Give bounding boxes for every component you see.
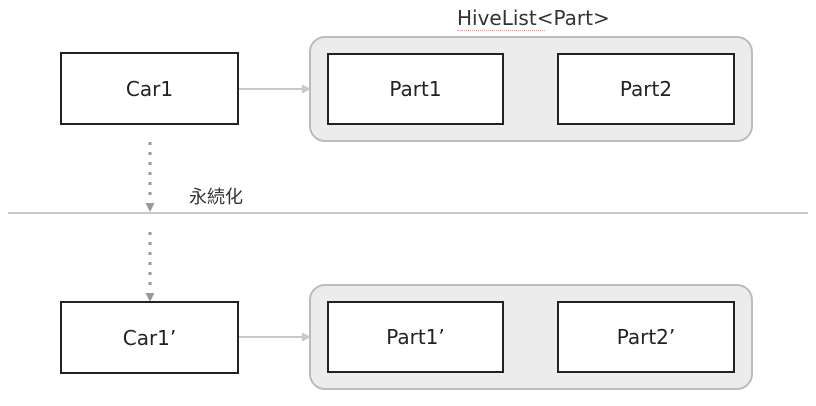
bottom-arrow <box>239 332 311 342</box>
spellcheck-underline <box>457 30 545 31</box>
car1-prime-box: Car1’ <box>60 301 239 374</box>
container-label: HiveList<Part> <box>457 6 610 30</box>
persist-arrow-lower <box>145 232 155 302</box>
part1-prime-box: Part1’ <box>327 301 504 373</box>
car1-box: Car1 <box>60 52 239 125</box>
top-arrow <box>239 84 311 94</box>
part2-prime-box: Part2’ <box>557 301 735 373</box>
part2-box: Part2 <box>557 53 735 125</box>
persist-label: 永続化 <box>189 187 243 208</box>
part1-box: Part1 <box>327 53 504 125</box>
persist-arrow-upper <box>145 142 155 212</box>
diagram-canvas: HiveList<Part> Car1 Part1 Part2 永続化 Car1… <box>0 0 816 406</box>
